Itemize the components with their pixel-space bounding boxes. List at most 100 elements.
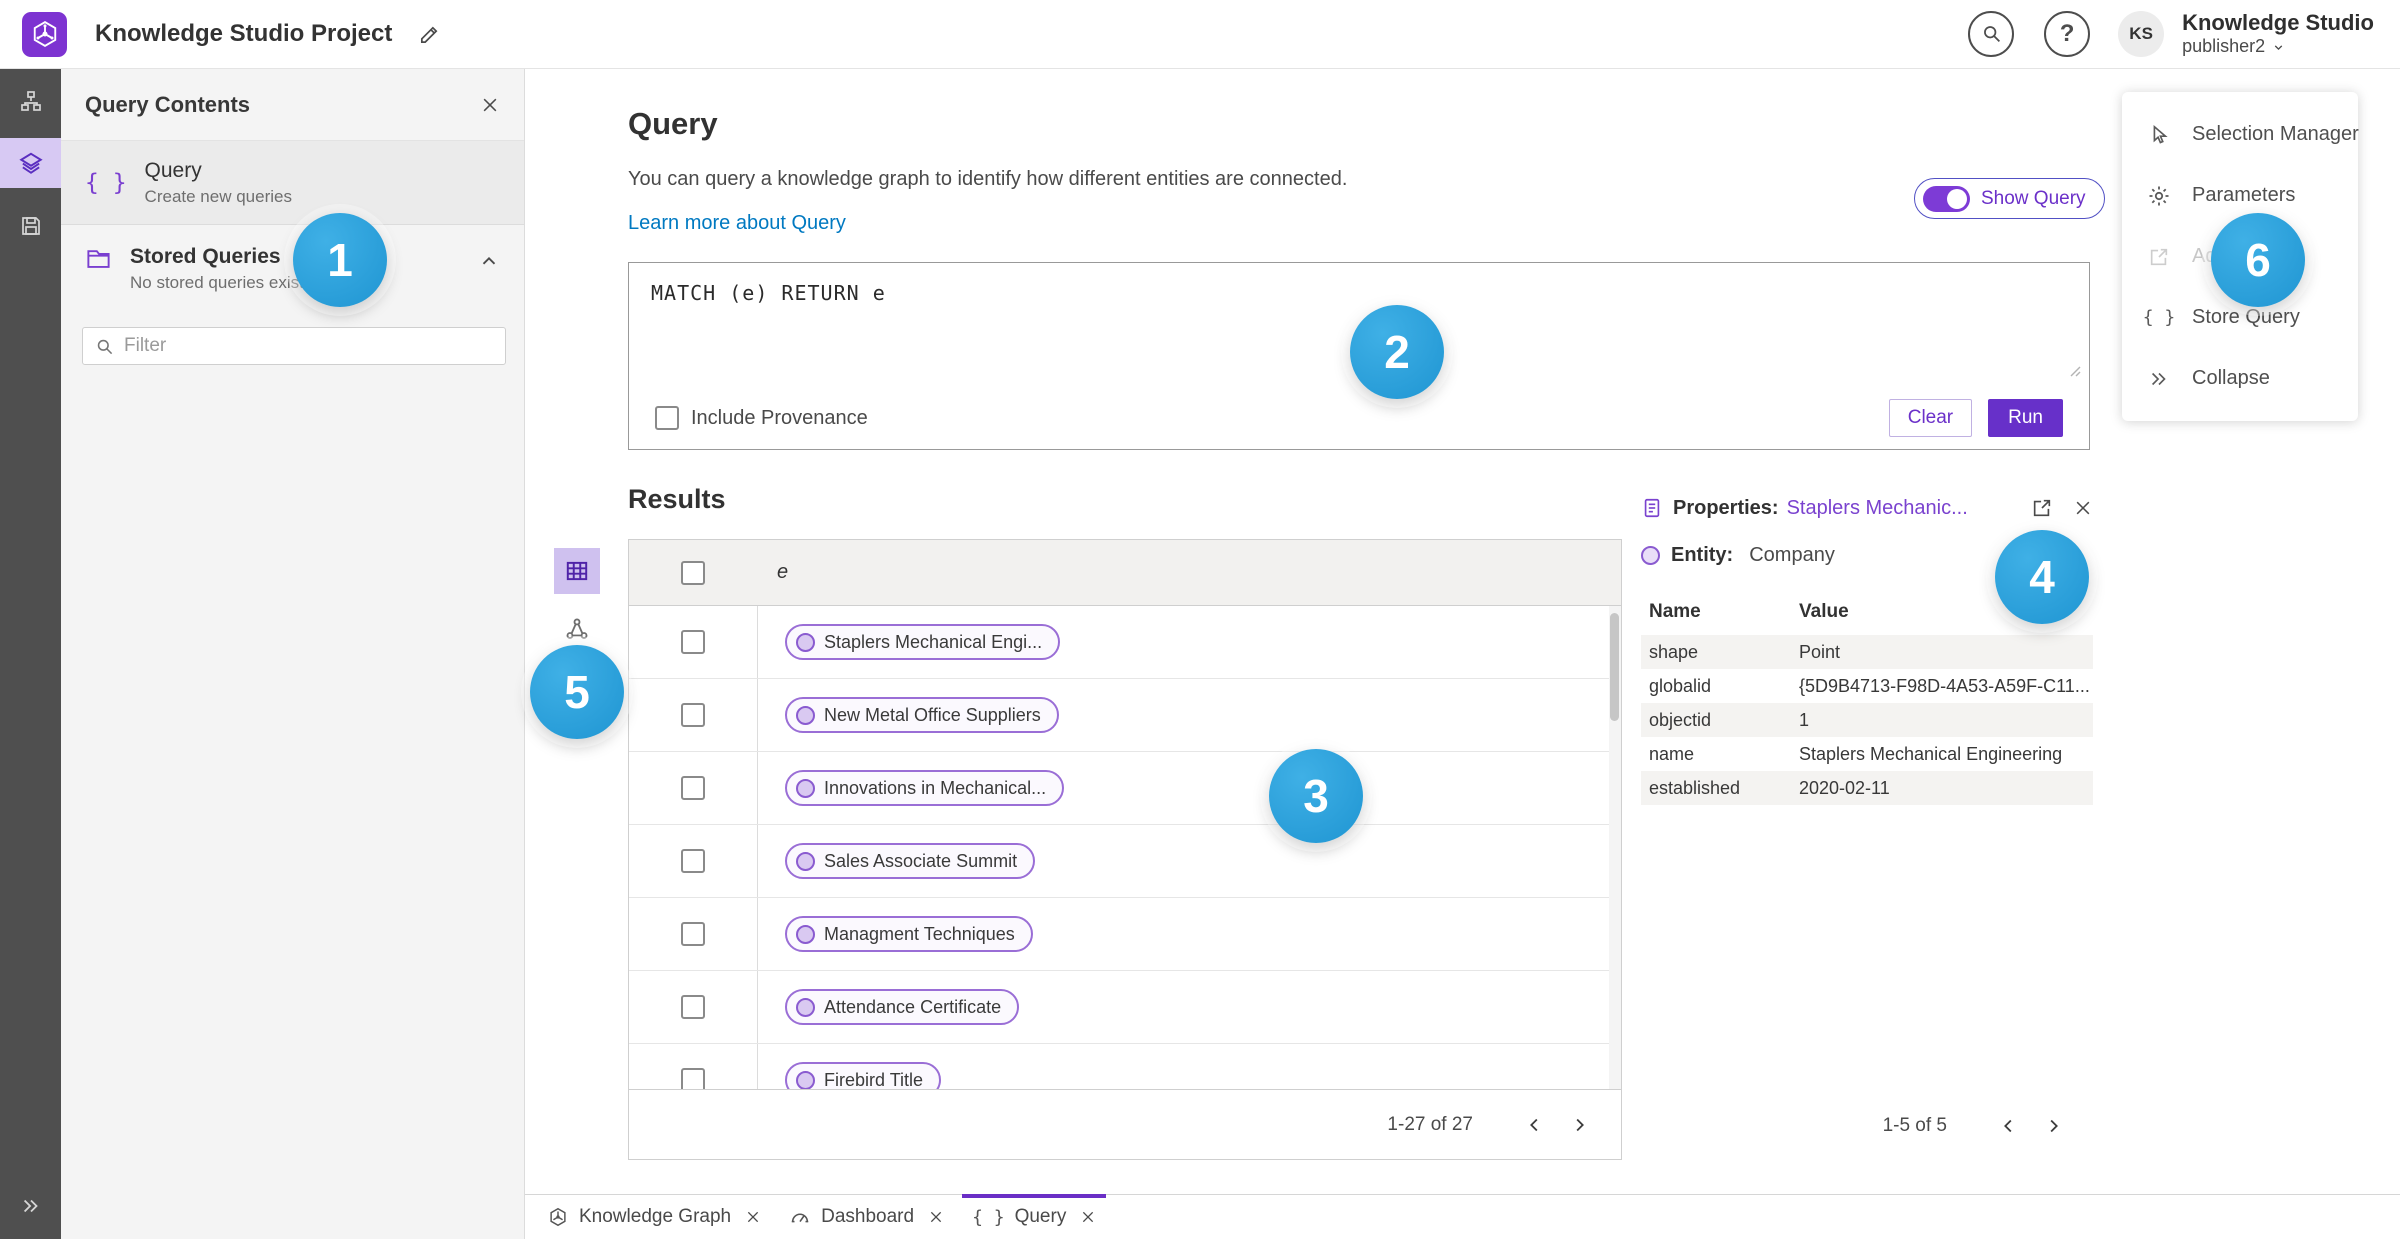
knowledge-graph-icon [550, 1207, 566, 1227]
entity-dot-icon [796, 632, 815, 652]
name-column-header: Name [1649, 601, 1701, 622]
annotation-badge-6: 6 [2211, 213, 2305, 307]
avatar[interactable]: KS [2118, 10, 2165, 57]
layers-icon [18, 152, 43, 174]
entity-pill[interactable]: Attendance Certificate [785, 989, 1020, 1025]
query-editor-input[interactable]: MATCH (e) RETURN e [651, 281, 886, 305]
row-checkbox[interactable] [681, 630, 705, 654]
properties-title: Properties: [1673, 496, 1779, 519]
toggle-switch[interactable] [1923, 185, 1970, 212]
run-button[interactable]: Run [1988, 399, 2063, 437]
row-checkbox[interactable] [681, 776, 705, 800]
next-page-button[interactable] [2031, 1104, 2075, 1148]
user-menu[interactable]: Knowledge Studio publisher2 [2182, 10, 2374, 58]
clear-button[interactable]: Clear [1888, 399, 1973, 437]
table-body: Staplers Mechanical Engi... New Metal Of… [629, 606, 1621, 1089]
entity-dot-icon [796, 851, 815, 871]
tab-knowledge-graph[interactable]: Knowledge Graph [533, 1195, 775, 1239]
chevron-left-icon [1530, 1118, 1538, 1131]
add-to-icon [2033, 499, 2051, 517]
entity-pill[interactable]: Staplers Mechanical Engi... [785, 624, 1061, 660]
collapse-tools-button[interactable]: Collapse [2122, 348, 2358, 409]
previous-page-button[interactable] [1987, 1104, 2031, 1148]
entity-pill[interactable]: Sales Associate Summit [785, 843, 1036, 879]
rail-save-button[interactable] [0, 201, 61, 251]
editor-controls: Include Provenance Clear Run [629, 387, 2089, 449]
entity-pill[interactable]: New Metal Office Suppliers [785, 697, 1059, 733]
row-checkbox[interactable] [681, 1068, 705, 1089]
chevron-left-icon [2004, 1119, 2012, 1133]
entity-pill[interactable]: Managment Techniques [785, 916, 1033, 952]
entity-dot-icon [796, 705, 815, 725]
close-tab-icon[interactable] [928, 1209, 944, 1225]
row-checkbox[interactable] [681, 703, 705, 727]
annotation-badge-5: 5 [530, 645, 624, 739]
rail-layers-button[interactable] [0, 138, 61, 188]
table-scrollbar[interactable] [1609, 606, 1621, 1089]
learn-more-link[interactable]: Learn more about Query [628, 212, 846, 235]
rail-sitemap-button[interactable] [0, 76, 61, 126]
properties-close-button[interactable] [2073, 498, 2093, 518]
selection-manager-button[interactable]: Selection Manager [2122, 104, 2359, 165]
panel-close-button[interactable] [480, 95, 500, 115]
annotation-badge-3: 3 [1269, 749, 1363, 843]
filter-input[interactable] [124, 335, 493, 357]
resize-grip[interactable] [2067, 363, 2081, 382]
project-title: Knowledge Studio Project [95, 20, 393, 47]
collapse-section-button[interactable] [478, 245, 500, 325]
property-row: established 2020-02-11 [1641, 771, 2093, 805]
entity-pill[interactable]: Firebird Title [785, 1062, 942, 1089]
column-header-e: e [777, 561, 789, 583]
properties-doc-icon [1644, 498, 1660, 518]
property-row: objectid 1 [1641, 703, 2093, 737]
show-query-toggle[interactable]: Show Query [1914, 178, 2105, 219]
table-row: New Metal Office Suppliers [629, 679, 1621, 752]
row-checkbox[interactable] [681, 922, 705, 946]
rail-expand-button[interactable] [0, 1181, 61, 1231]
edit-title-icon[interactable] [418, 23, 441, 46]
query-item-sublabel: Create new queries [144, 186, 292, 206]
app-logo-icon [22, 11, 67, 57]
stored-queries-sublabel: No stored queries exist [130, 273, 304, 292]
chevron-down-icon [2274, 45, 2283, 50]
close-tab-icon[interactable] [745, 1209, 761, 1225]
select-all-checkbox[interactable] [681, 560, 705, 585]
properties-table: Name Value shape Point globalid {5D9B471… [1641, 593, 2093, 805]
properties-header: Properties: Staplers Mechanic... [1641, 492, 2093, 524]
close-tab-icon[interactable] [1080, 1209, 1096, 1225]
add-to-selection-button[interactable] [2031, 497, 2053, 519]
property-row: name Staplers Mechanical Engineering [1649, 743, 2063, 764]
search-button[interactable] [1968, 10, 2015, 57]
next-page-button[interactable] [1557, 1103, 1601, 1147]
user-name: Knowledge Studio [2182, 10, 2374, 35]
user-role: publisher2 [2182, 36, 2374, 58]
previous-page-button[interactable] [1513, 1103, 1557, 1147]
property-row: globalid {5D9B4713-F98D-4A53-A59F-C11... [1649, 675, 2090, 696]
table-row: Innovations in Mechanical... [629, 752, 1621, 825]
entity-link[interactable]: Staplers Mechanic... [1787, 497, 1968, 520]
top-bar-right: ? KS Knowledge Studio publisher2 [1968, 10, 2374, 58]
sidebar-item-query[interactable]: { } Query Create new queries [61, 141, 524, 225]
table-row: Firebird Title [629, 1044, 1621, 1089]
table-view-button[interactable] [554, 548, 600, 594]
row-checkbox[interactable] [681, 995, 705, 1019]
tab-dashboard[interactable]: Dashboard [775, 1195, 958, 1239]
tab-bar: Knowledge Graph Dashboard { } Query [525, 1194, 2400, 1239]
tab-query[interactable]: { } Query [958, 1194, 1110, 1239]
property-row: shape Point [1641, 635, 2093, 669]
cursor-select-icon [2153, 124, 2168, 144]
search-icon [97, 339, 113, 354]
include-provenance-checkbox[interactable] [655, 406, 679, 430]
entity-dot-icon [796, 997, 815, 1017]
app-root: Knowledge Studio Project ? KS Knowledge … [0, 0, 2400, 1239]
show-query-label: Show Query [1981, 187, 2086, 209]
help-button[interactable]: ? [2044, 10, 2091, 57]
scrollbar-thumb[interactable] [1610, 613, 1619, 721]
row-checkbox[interactable] [681, 849, 705, 873]
panel-header: Query Contents [61, 69, 524, 141]
table-icon [566, 561, 588, 581]
stored-queries-section[interactable]: Stored Queries No stored queries exist [61, 225, 524, 325]
entity-pill[interactable]: Innovations in Mechanical... [785, 770, 1065, 806]
chevron-right-icon [1576, 1118, 1584, 1131]
query-contents-panel: Query Contents { } Query Create new quer… [61, 69, 525, 1239]
